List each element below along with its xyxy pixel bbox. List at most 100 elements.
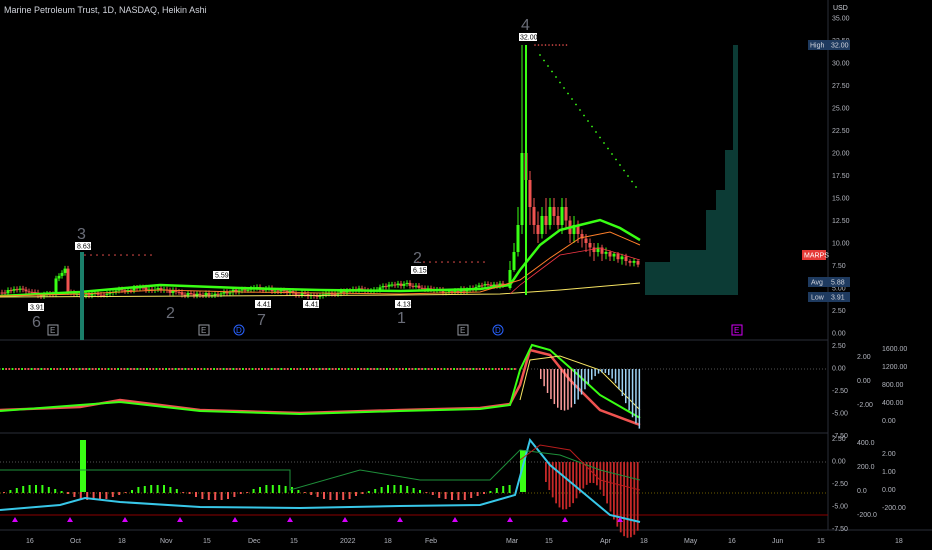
- signal-dot: [140, 368, 142, 370]
- time-axis[interactable]: 16 Oct 18 Nov 15 Dec 15 2022 18 Feb Mar 15 Apr 18 May 1…: [26, 538, 903, 545]
- wave-label: 2: [166, 305, 175, 322]
- histogram-bar: [635, 369, 637, 423]
- histogram-bar: [606, 462, 608, 503]
- osc-tick: 2.00: [857, 354, 871, 361]
- histogram-bar: [41, 485, 43, 493]
- signal-dot: [319, 368, 321, 370]
- signal-dot: [460, 368, 462, 370]
- candle-body: [196, 294, 199, 296]
- price-tick: 20.00: [832, 151, 850, 158]
- oscillator-pane-2[interactable]: [0, 440, 828, 538]
- event-markers[interactable]: E E D E D E: [48, 325, 742, 335]
- signal-dot: [28, 368, 30, 370]
- signal-dot: [63, 368, 65, 370]
- low-label: Low: [811, 295, 825, 302]
- wave-label: 1: [397, 310, 406, 327]
- signal-dot: [210, 368, 212, 370]
- trail-dot: [545, 44, 547, 46]
- trail-dot: [459, 261, 461, 263]
- trail-dot: [477, 261, 479, 263]
- signal-dot: [472, 368, 474, 370]
- signal-dot: [24, 368, 26, 370]
- time-tick: Mar: [506, 538, 519, 545]
- histogram-bar: [67, 492, 69, 494]
- signal-dot: [501, 368, 503, 370]
- avg-label: Avg: [811, 280, 823, 287]
- chart-canvas[interactable]: 3 6 2 7 2 1 4 8.63 3.91 5.59 4.41 4.41 6…: [0, 0, 932, 550]
- trail-dot: [552, 44, 554, 46]
- histogram-bar: [576, 462, 578, 498]
- candle-body: [277, 291, 280, 292]
- signal-marker: [452, 517, 458, 522]
- signal-dot: [469, 368, 471, 370]
- histogram-bar: [80, 440, 86, 492]
- signal-dot: [188, 368, 190, 370]
- signal-dot: [309, 368, 311, 370]
- price-pane[interactable]: [0, 44, 640, 340]
- price-annotation: 32.00: [520, 35, 538, 42]
- time-tick: Feb: [425, 538, 437, 545]
- candle-body: [103, 295, 106, 296]
- wave-label: 3: [77, 226, 86, 243]
- signal-dot: [354, 368, 356, 370]
- histogram-bar: [432, 492, 434, 495]
- signal-dot: [408, 368, 410, 370]
- trail-dot: [615, 159, 617, 161]
- candle-body: [181, 292, 184, 295]
- price-axis[interactable]: 35.0032.5030.0027.5025.0022.5020.0017.50…: [832, 16, 850, 338]
- signal-dot: [424, 368, 426, 370]
- trail-dot: [126, 254, 128, 256]
- time-tick: Dec: [248, 538, 261, 545]
- candle-body: [561, 207, 564, 225]
- candle-body: [379, 287, 382, 289]
- signal-dot: [124, 368, 126, 370]
- histogram-bar: [163, 485, 165, 493]
- trail-dot: [595, 131, 597, 133]
- candle-body: [157, 288, 160, 289]
- osc-tick: 0.00: [882, 418, 896, 425]
- histogram-bar: [61, 491, 63, 493]
- osc-tick: -200.0: [857, 512, 877, 519]
- avg-value: 5.88: [831, 280, 845, 287]
- signal-dot: [370, 368, 372, 370]
- trail-dot: [635, 186, 637, 188]
- wave-label: 4: [521, 17, 530, 34]
- candle-body: [593, 248, 596, 253]
- candle-body: [217, 294, 220, 295]
- candle-body: [617, 254, 620, 259]
- signal-dot: [130, 368, 132, 370]
- signal-dot: [220, 368, 222, 370]
- osc-tick: 2.00: [882, 451, 896, 458]
- signal-dot: [392, 368, 394, 370]
- time-tick: 18: [640, 538, 648, 545]
- candle-body: [490, 285, 493, 286]
- histogram-bar: [195, 492, 197, 497]
- candle-body: [585, 239, 588, 244]
- signal-dot: [306, 368, 308, 370]
- wave-label: 7: [257, 312, 266, 329]
- signal-dot: [386, 368, 388, 370]
- signal-dot: [434, 368, 436, 370]
- histogram-bar: [451, 492, 453, 500]
- signal-dot: [114, 368, 116, 370]
- histogram-bar: [317, 492, 319, 497]
- signal-dot: [5, 368, 7, 370]
- signal-dot: [216, 368, 218, 370]
- signal-dot: [351, 368, 353, 370]
- signal-dot: [258, 368, 260, 370]
- histogram-bar: [625, 369, 627, 403]
- signal-dot: [504, 368, 506, 370]
- candle-body: [127, 290, 130, 291]
- oscillator-pane-1[interactable]: [0, 345, 828, 429]
- volume-profile: [645, 45, 738, 295]
- signal-dot: [159, 368, 161, 370]
- signal-dot: [447, 368, 449, 370]
- signal-dot: [133, 368, 135, 370]
- price-annotations: 8.63 3.91 5.59 4.41 4.41 6.15 4.13 32.00: [28, 33, 538, 312]
- osc-tick: 2.50: [832, 436, 846, 443]
- candle-body: [34, 292, 37, 293]
- trail-dot: [150, 254, 152, 256]
- candle-body: [25, 290, 28, 292]
- signal-dot: [34, 368, 36, 370]
- trail-dot: [429, 261, 431, 263]
